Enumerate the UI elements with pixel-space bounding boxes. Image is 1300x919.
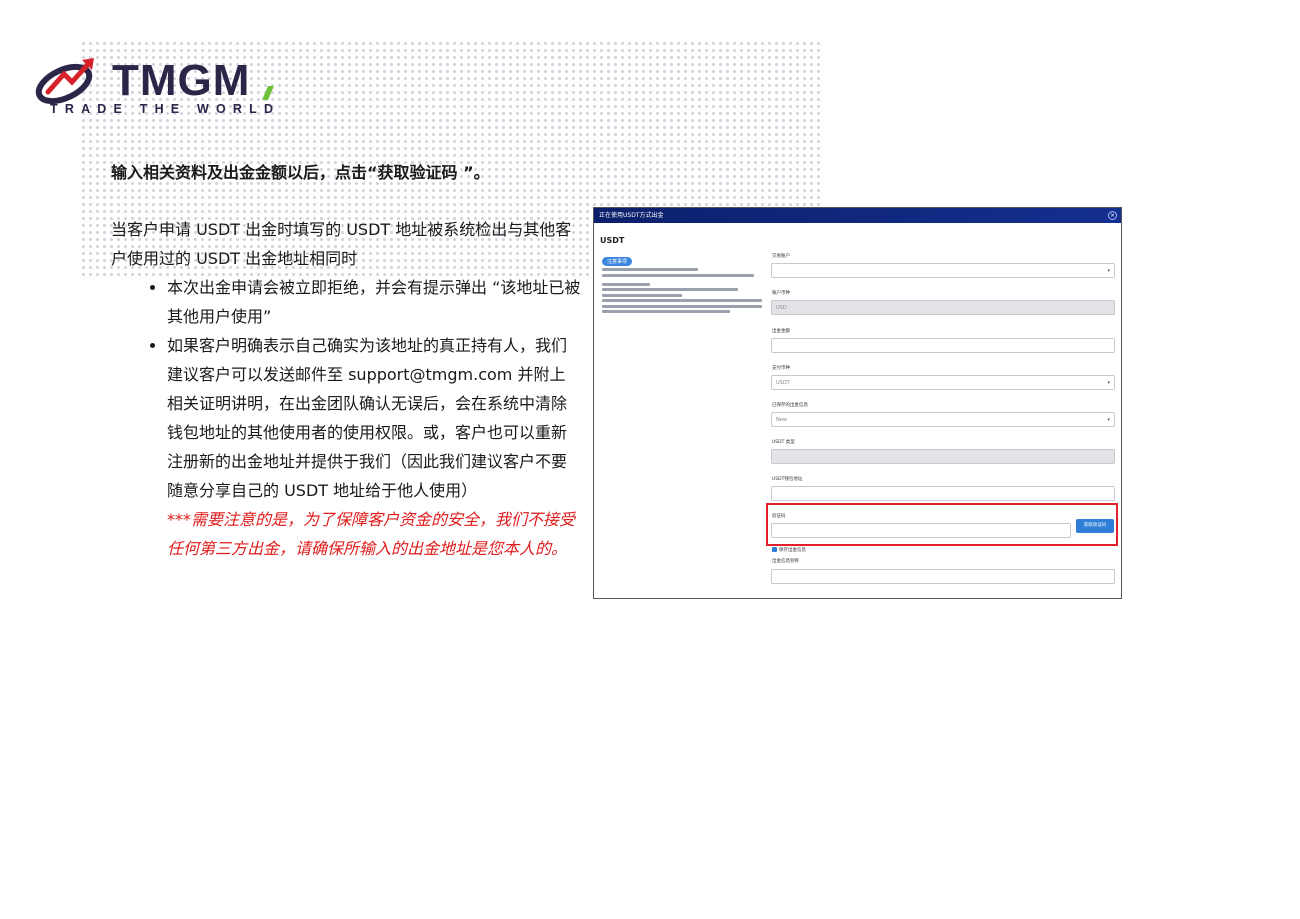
field-label: 支付币种 [772,366,790,371]
field-label: USDT钱包地址 [772,477,803,482]
verification-code-highlight [766,503,1118,546]
form-input [771,338,1115,353]
save-info-label: 保存出金信息 [779,548,806,553]
form-input [771,486,1115,501]
notice-text-block [602,268,762,316]
field-label: 出金金额 [772,329,790,334]
logo-wordmark: TMGM [112,56,251,105]
intro-paragraph: 当客户申请 USDT 出金时填写的 USDT 地址被系统检出与其他客户使用过的 … [111,220,572,268]
input-value: USD [776,305,787,311]
form-input: USD [771,300,1115,315]
field-label: 交易账户 [772,254,790,259]
get-code-button: 获取验证码 [1076,519,1114,533]
list-item: 如果客户明确表示自己确实为该地址的真正持有人，我们建议客户可以发送邮件至 sup… [167,331,581,505]
logo-tagline: TRADE THE WORLD [50,102,281,116]
form-input: ▾ [771,263,1115,278]
step-heading: 输入相关资料及出金金额以后，点击“获取验证码 ”。 [111,163,490,182]
form-input: USDT ▾ [771,375,1115,390]
field-label: 已保存的出金信息 [772,403,808,408]
section-title: USDT [600,236,625,245]
logo-accent-icon [262,86,274,100]
chevron-down-icon: ▾ [1107,268,1110,274]
document-body: 输入相关资料及出金金额以后，点击“获取验证码 ”。 当客户申请 USDT 出金时… [111,158,581,563]
save-info-checkbox: 保存出金信息 [772,547,806,553]
alias-input [771,569,1115,584]
form-input: New ▾ [771,412,1115,427]
field-label: USDT 类型 [772,440,795,445]
input-value: USDT [776,380,790,386]
bullet-list: 本次出金申请会被立即拒绝，并会有提示弹出 “该地址已被其他用户使用” 如果客户明… [111,273,581,505]
withdrawal-form-screenshot: 正在使用USDT方式出金 × USDT 注意事项 交易账户 ▾ 账户币种 USD 出金金… [593,207,1122,599]
close-icon: × [1108,211,1117,220]
window-title: 正在使用USDT方式出金 [599,212,664,219]
third-party-warning: ***需要注意的是，为了保障客户资金的安全，我们不接受任何第三方出金，请确保所输… [167,510,576,558]
chevron-down-icon: ▾ [1107,417,1110,423]
form-input [771,449,1115,464]
notice-tag: 注意事项 [602,257,633,266]
list-item: 本次出金申请会被立即拒绝，并会有提示弹出 “该地址已被其他用户使用” [167,273,581,331]
field-label: 出金信息别称 [772,559,799,564]
logo-mark-icon [35,58,94,105]
tmgm-logo: TMGM TRADE THE WORLD [34,52,284,122]
input-value: New [776,417,787,423]
chevron-down-icon: ▾ [1107,380,1110,386]
window-titlebar: 正在使用USDT方式出金 × [594,208,1121,223]
field-label: 账户币种 [772,291,790,296]
